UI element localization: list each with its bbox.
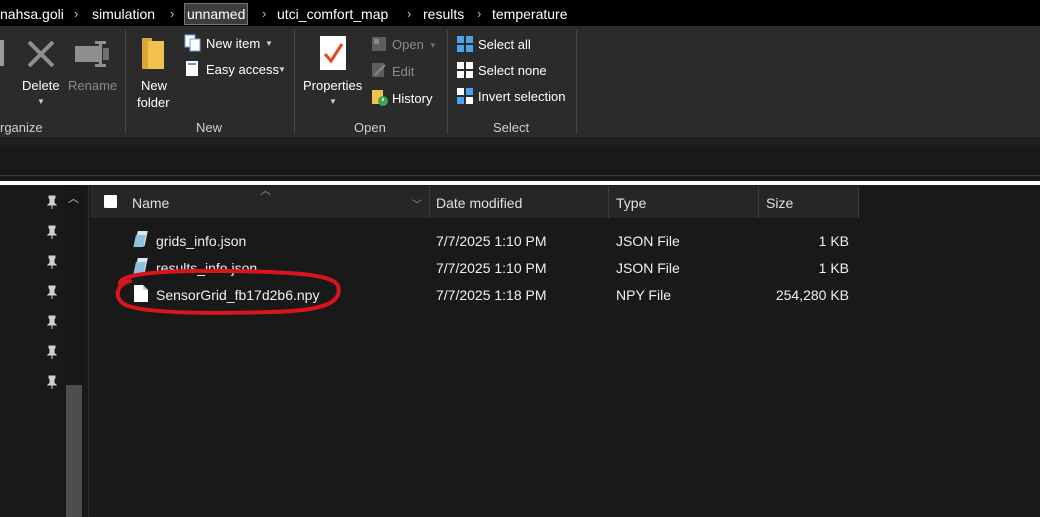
- edit-button[interactable]: Edit: [392, 64, 414, 79]
- chevron-right-icon[interactable]: ›: [262, 4, 266, 24]
- new-item-icon[interactable]: [184, 34, 202, 52]
- select-none-icon[interactable]: [456, 61, 474, 79]
- nav-scrollbar-thumb[interactable]: [66, 385, 82, 517]
- sort-ascending-icon: ︿: [260, 185, 271, 197]
- edit-icon[interactable]: [371, 62, 387, 78]
- json-file-icon: [133, 231, 148, 247]
- file-name[interactable]: SensorGrid_fb17d2b6.npy: [156, 287, 319, 303]
- ribbon-bottom-border: [0, 137, 1040, 145]
- breadcrumb-simulation[interactable]: simulation: [92, 4, 155, 24]
- ribbon-divider: [294, 30, 295, 134]
- pin-icon[interactable]: [46, 285, 58, 299]
- organize-group-label: rganize: [0, 120, 43, 135]
- delete-button[interactable]: Delete: [22, 78, 60, 93]
- new-folder-label-1[interactable]: New: [141, 78, 167, 93]
- generic-file-icon: [134, 285, 148, 302]
- new-folder-icon[interactable]: [140, 36, 168, 72]
- chevron-right-icon[interactable]: ›: [170, 4, 174, 24]
- chevron-right-icon[interactable]: ›: [407, 4, 411, 24]
- properties-icon[interactable]: [318, 34, 348, 72]
- file-size: 1 KB: [818, 233, 849, 249]
- invert-selection-button[interactable]: Invert selection: [478, 89, 565, 104]
- file-date: 7/7/2025 1:10 PM: [436, 260, 547, 276]
- chevron-right-icon[interactable]: ›: [477, 4, 481, 24]
- open-button[interactable]: Open: [392, 37, 424, 52]
- scroll-up-icon[interactable]: ︿: [68, 190, 79, 206]
- easy-access-dropdown-icon[interactable]: ▼: [278, 65, 286, 74]
- pin-icon[interactable]: [46, 375, 58, 389]
- easy-access-button[interactable]: Easy access: [206, 62, 279, 77]
- file-type: NPY File: [616, 287, 671, 303]
- open-dropdown-icon[interactable]: ▼: [429, 41, 437, 50]
- open-group-label: Open: [354, 120, 386, 135]
- pin-icon[interactable]: [46, 225, 58, 239]
- select-all-checkbox[interactable]: [104, 195, 117, 208]
- rename-button[interactable]: Rename: [68, 78, 117, 93]
- partial-icon: [0, 40, 4, 66]
- easy-access-icon[interactable]: [185, 60, 201, 78]
- delete-dropdown-icon[interactable]: ▼: [37, 97, 45, 106]
- select-all-icon[interactable]: [456, 35, 474, 53]
- ribbon-divider: [447, 30, 448, 134]
- file-name[interactable]: grids_info.json: [156, 233, 246, 249]
- column-filter-dropdown-icon[interactable]: ﹀: [412, 196, 422, 211]
- properties-dropdown-icon[interactable]: ▼: [329, 97, 337, 106]
- column-size-label: Size: [766, 195, 794, 211]
- pin-icon[interactable]: [46, 195, 58, 209]
- column-name-label: Name: [132, 195, 170, 211]
- delete-icon[interactable]: [25, 38, 57, 70]
- new-item-dropdown-icon[interactable]: ▼: [265, 39, 273, 48]
- file-type: JSON File: [616, 233, 680, 249]
- new-folder-label-2[interactable]: folder: [137, 95, 170, 110]
- file-date: 7/7/2025 1:18 PM: [436, 287, 547, 303]
- file-size: 1 KB: [818, 260, 849, 276]
- history-icon[interactable]: [371, 89, 389, 107]
- open-icon[interactable]: [371, 36, 387, 52]
- rename-icon[interactable]: [73, 38, 111, 70]
- properties-button[interactable]: Properties: [303, 78, 362, 93]
- invert-selection-icon[interactable]: [456, 87, 474, 105]
- breadcrumb-utci-comfort-map[interactable]: utci_comfort_map: [277, 4, 388, 24]
- breadcrumb-unnamed[interactable]: unnamed: [184, 3, 249, 25]
- file-size: 254,280 KB: [775, 287, 849, 303]
- breadcrumb-user[interactable]: nahsa.goli: [0, 4, 64, 24]
- address-bar[interactable]: [0, 147, 1040, 176]
- pin-icon[interactable]: [46, 315, 58, 329]
- select-none-button[interactable]: Select none: [478, 63, 547, 78]
- pin-icon[interactable]: [46, 255, 58, 269]
- chevron-right-icon[interactable]: ›: [74, 4, 78, 24]
- select-all-button[interactable]: Select all: [478, 37, 531, 52]
- select-group-label: Select: [493, 120, 530, 135]
- column-date-label: Date modified: [436, 195, 523, 211]
- ribbon-divider: [576, 30, 577, 134]
- file-type: JSON File: [616, 260, 680, 276]
- new-group-label: New: [196, 120, 223, 135]
- json-file-icon: [133, 258, 148, 274]
- ribbon-divider: [125, 30, 126, 134]
- column-type-label: Type: [616, 195, 647, 211]
- pin-icon[interactable]: [46, 345, 58, 359]
- breadcrumb-temperature[interactable]: temperature: [492, 4, 567, 24]
- window-border: [0, 181, 1040, 185]
- breadcrumb-results[interactable]: results: [423, 4, 464, 24]
- history-button[interactable]: History: [392, 91, 432, 106]
- new-item-button[interactable]: New item: [206, 36, 260, 51]
- file-date: 7/7/2025 1:10 PM: [436, 233, 547, 249]
- file-name[interactable]: results_info.json: [156, 260, 257, 276]
